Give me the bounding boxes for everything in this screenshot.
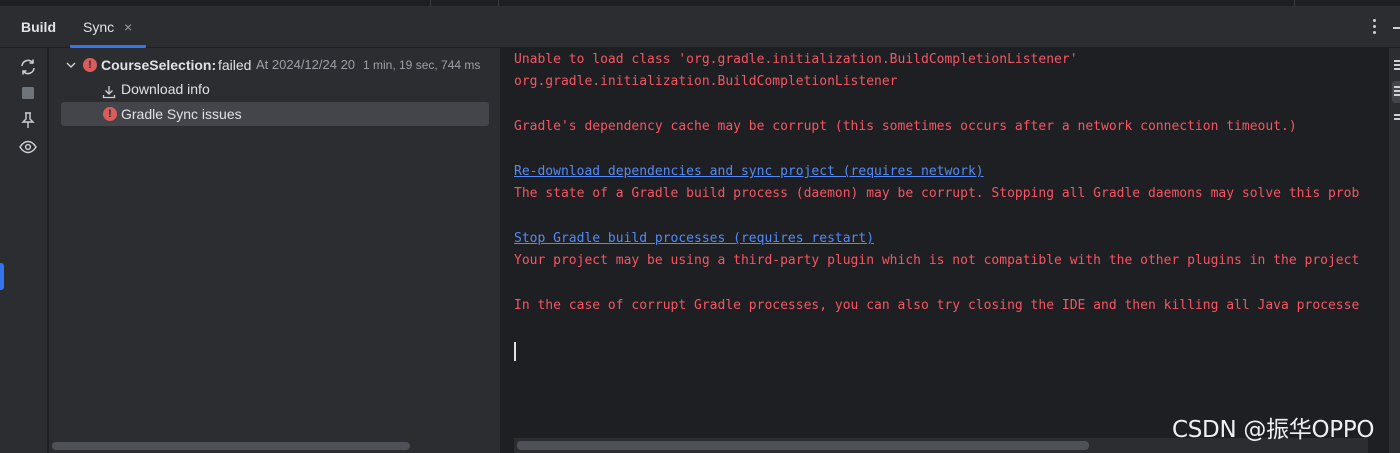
top-separator [498,0,499,7]
pin-icon[interactable] [18,110,38,130]
console-line: The state of a Gradle build process (dae… [514,186,1360,201]
top-separator [430,0,431,7]
console-horizontal-scroll-thumb[interactable] [517,441,1089,450]
timestamp: At 2024/12/24 20 [256,57,356,72]
tree-item-label: Download info [121,81,210,97]
more-options-icon[interactable] [1366,16,1382,40]
stop-icon[interactable] [18,83,38,103]
download-icon [102,82,116,99]
trash-icon[interactable] [1394,114,1400,124]
tab-sync[interactable]: Sync × [70,7,146,48]
tree-item-gradle-sync-issues[interactable]: ! Gradle Sync issues [61,102,489,126]
error-icon: ! [103,107,117,121]
build-tree-panel: ! CourseSelection: failed At 2024/12/24 … [49,48,501,453]
console-line: Unable to load class 'org.gradle.initial… [514,52,1078,67]
sync-icon[interactable] [18,57,38,77]
console-line: Your project may be using a third-party … [514,253,1360,268]
chevron-down-icon[interactable] [64,53,78,77]
top-strip [0,0,1400,7]
text-caret [514,342,516,361]
left-toolbar [0,48,48,453]
minimize-icon[interactable] [1393,27,1400,29]
project-name: CourseSelection: [101,57,217,73]
stop-gradle-processes-link[interactable]: Stop Gradle build processes (requires re… [514,228,874,250]
console-line: In the case of corrupt Gradle processes,… [514,298,1360,313]
tree-horizontal-scrollbar[interactable] [52,442,410,450]
status-text: failed [218,57,252,73]
tab-build[interactable]: Build [21,7,56,48]
scroll-to-end-icon[interactable] [1394,86,1400,96]
error-icon: ! [83,58,97,72]
console-output[interactable]: Unable to load class 'org.gradle.initial… [502,48,1368,437]
console-line: org.gradle.initialization.BuildCompletio… [514,74,898,89]
top-separator [1294,0,1295,7]
soft-wrap-icon[interactable] [1394,60,1400,70]
console-vertical-scrollbar[interactable] [1368,48,1388,437]
redownload-dependencies-link[interactable]: Re-download dependencies and sync projec… [514,161,984,183]
tab-sync-label: Sync [83,19,115,35]
duration: 1 min, 19 sec, 744 ms [363,58,481,72]
close-icon[interactable]: × [124,7,132,47]
tree-item-label: Gradle Sync issues [121,106,242,122]
watermark: CSDN @振华OPPO [1172,417,1375,443]
side-active-marker [0,263,4,290]
right-toolbar [1388,48,1400,453]
eye-icon[interactable] [18,137,38,157]
tool-window-tabbar: Build Sync × [0,7,1400,48]
tree-root-row[interactable]: ! CourseSelection: failed At 2024/12/24 … [61,53,489,77]
tree-item-download-info[interactable]: Download info [61,77,489,101]
console-line: Gradle's dependency cache may be corrupt… [514,119,1297,134]
